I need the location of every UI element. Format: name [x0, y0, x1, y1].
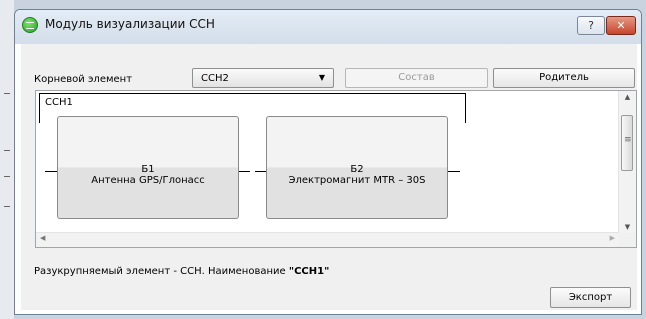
connector-line [448, 171, 460, 172]
block-b2[interactable]: Б2 Электромагнит MTR – 30S [266, 116, 448, 219]
block-b1-id: Б1 [141, 164, 155, 175]
scroll-down-icon[interactable]: ▼ [619, 223, 636, 231]
status-element-name: "ССН1" [288, 266, 330, 277]
block-b1[interactable]: Б1 Антенна GPS/Глонасс [57, 116, 239, 219]
diagram-panel: ССН1 Б1 Антенна GPS/Глонасс Б2 Электрома… [35, 90, 637, 248]
dialog-body: Корневой элемент ССН2 ▼ Состав Родитель … [21, 44, 637, 310]
app-icon [22, 17, 38, 33]
root-element-label: Корневой элемент [34, 74, 133, 85]
connector-line [255, 171, 266, 172]
block-b1-name: Антенна GPS/Глонасс [91, 175, 205, 186]
window-title: Модуль визуализации ССН [45, 17, 215, 31]
root-element-value: ССН2 [201, 73, 229, 84]
visualization-dialog: Модуль визуализации ССН ? ✕ Корневой эле… [14, 9, 642, 315]
close-button[interactable]: ✕ [606, 16, 636, 35]
status-prefix: Разукрупняемый элемент - ССН. Наименован… [34, 266, 289, 277]
connector-line [45, 171, 57, 172]
block-b2-name: Электромагнит MTR – 30S [288, 175, 426, 186]
export-button[interactable]: Экспорт [550, 287, 631, 308]
block-b2-id: Б2 [350, 164, 364, 175]
chevron-down-icon: ▼ [318, 73, 325, 82]
scroll-thumb[interactable] [621, 115, 633, 171]
group-title: ССН1 [45, 97, 73, 108]
scroll-left-icon[interactable]: ◀ [40, 234, 45, 242]
status-text: Разукрупняемый элемент - ССН. Наименован… [34, 266, 329, 277]
connector-line [239, 171, 250, 172]
vertical-scrollbar[interactable]: ▲ ▼ [618, 91, 636, 233]
title-bar: Модуль визуализации ССН ? ✕ [15, 10, 641, 44]
diagram-canvas: ССН1 Б1 Антенна GPS/Глонасс Б2 Электрома… [36, 91, 619, 233]
background-desktop [0, 0, 14, 319]
help-button[interactable]: ? [577, 16, 605, 35]
horizontal-scrollbar[interactable]: ◀ ▶ [36, 232, 619, 247]
scroll-right-icon[interactable]: ▶ [610, 234, 615, 242]
compose-button[interactable]: Состав [345, 68, 488, 88]
root-element-select[interactable]: ССН2 ▼ [192, 68, 334, 88]
parent-button[interactable]: Родитель [493, 68, 635, 88]
scroll-up-icon[interactable]: ▲ [619, 93, 636, 101]
scroll-corner [619, 233, 636, 247]
